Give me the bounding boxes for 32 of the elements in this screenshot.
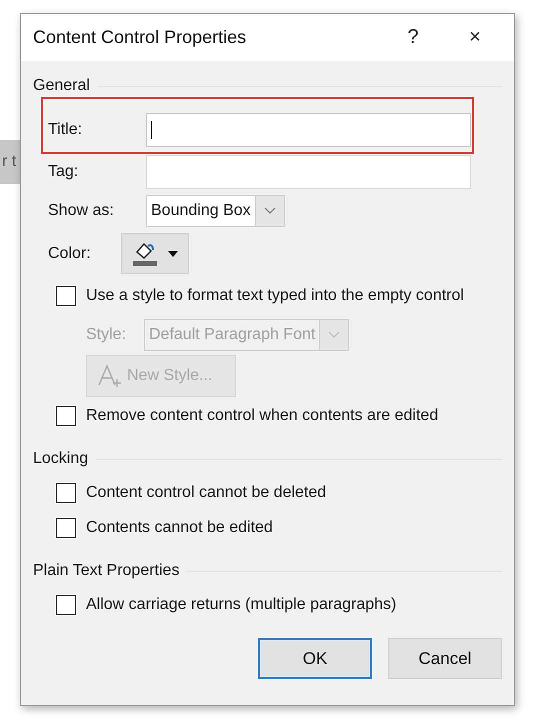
checkbox[interactable] [56, 286, 76, 306]
field-label: Tag: [47, 163, 80, 181]
chevron-down-icon [264, 207, 276, 215]
checkbox[interactable] [56, 483, 76, 503]
checkbox[interactable] [56, 595, 76, 615]
field-label: Style: [86, 326, 128, 344]
checkbox-label: Contents cannot be edited [86, 519, 273, 537]
title-field[interactable] [146, 113, 471, 147]
help-button[interactable]: ? [382, 18, 444, 58]
section-heading: Locking [33, 450, 88, 468]
document-text: r t [2, 153, 16, 170]
field-label: Show as: [47, 202, 115, 220]
cancel-button[interactable]: Cancel [388, 638, 502, 679]
field-label: Title: [47, 121, 84, 139]
caret-icon [168, 250, 178, 256]
checkbox[interactable] [56, 406, 76, 426]
section-heading: Plain Text Properties [33, 562, 180, 580]
ok-button[interactable]: OK [258, 638, 372, 679]
style-icon [97, 363, 123, 389]
tag-field[interactable] [146, 155, 471, 189]
checkbox-label: Allow carriage returns (multiple paragraphs) [86, 596, 396, 614]
checkbox-label: Remove content control when contents are edited [86, 407, 438, 425]
show-as-dropdown[interactable]: Bounding Box [146, 195, 285, 227]
checkbox-label: Content control cannot be deleted [86, 484, 326, 502]
section-heading: General [33, 77, 90, 95]
close-button[interactable]: × [444, 18, 506, 58]
checkbox[interactable] [56, 518, 76, 538]
field-label: Color: [47, 244, 92, 262]
window-title: Content Control Properties [33, 27, 248, 48]
checkbox-label: Use a style to format text typed into the empty control [86, 287, 464, 305]
color-button[interactable] [121, 233, 189, 274]
chevron-down-icon [328, 331, 340, 339]
